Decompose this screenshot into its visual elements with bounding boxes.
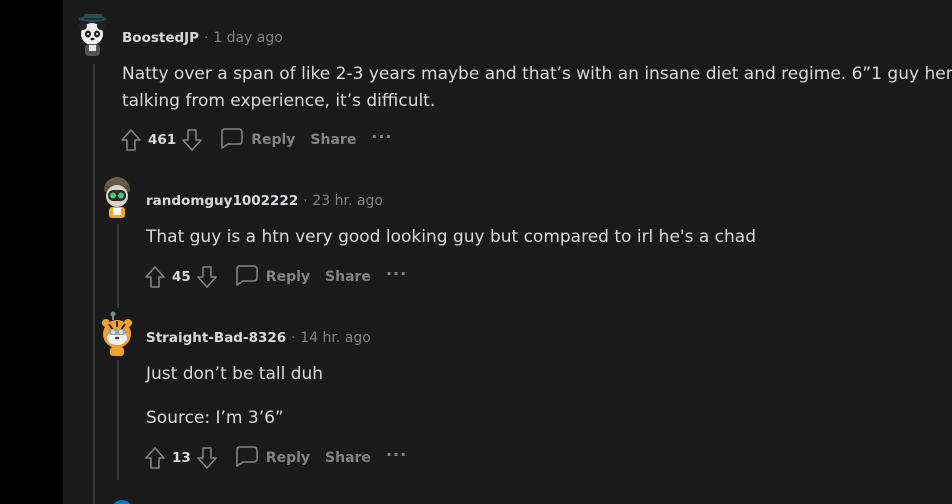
reply-button[interactable]: Reply — [233, 444, 310, 472]
panda-avatar-icon[interactable] — [75, 12, 109, 58]
downvote-icon[interactable] — [195, 265, 219, 289]
comment-actions: 45 Reply Share ··· — [143, 263, 407, 291]
comment-body-line: talking from experience, it’s difficult. — [122, 91, 436, 111]
more-options-icon[interactable]: ··· — [386, 264, 407, 283]
comment-body: Natty over a span of like 2-3 years mayb… — [122, 61, 952, 115]
comment-meta: Straight-Bad-8326 · 14 hr. ago — [146, 330, 371, 346]
vote-score: 13 — [172, 450, 191, 466]
username[interactable]: Straight-Bad-8326 — [146, 330, 286, 346]
vote-score: 45 — [172, 269, 191, 285]
thread-line-comment-2[interactable] — [117, 224, 119, 308]
timestamp[interactable]: 14 hr. ago — [300, 330, 371, 346]
comment-body-line: That guy is a htn very good looking guy … — [146, 227, 756, 247]
comment-meta: randomguy1002222 · 23 hr. ago — [146, 193, 383, 209]
comments-panel: BoostedJP · 1 day ago Natty over a span … — [63, 0, 952, 504]
upvote-icon[interactable] — [119, 128, 143, 152]
share-button[interactable]: Share — [325, 450, 371, 466]
more-options-icon[interactable]: ··· — [386, 445, 407, 464]
vote-score: 461 — [148, 132, 177, 148]
username[interactable]: randomguy1002222 — [146, 193, 298, 209]
reply-label: Reply — [265, 450, 311, 466]
upvote-icon[interactable] — [143, 446, 167, 470]
reply-button[interactable]: Reply — [218, 126, 295, 154]
comment-meta: BoostedJP · 1 day ago — [122, 30, 283, 46]
meta-separator: · — [204, 30, 209, 46]
username[interactable]: BoostedJP — [122, 30, 199, 46]
reply-label: Reply — [251, 132, 296, 148]
comment-actions: 13 Reply Share ··· — [143, 444, 407, 472]
share-button[interactable]: Share — [325, 269, 371, 285]
comment-body-line: Natty over a span of like 2-3 years mayb… — [122, 64, 952, 84]
comment-actions: 461 Reply Share ··· — [119, 126, 393, 154]
page: BoostedJP · 1 day ago Natty over a span … — [0, 0, 952, 504]
comment-body: That guy is a htn very good looking guy … — [146, 224, 756, 251]
comment-icon — [233, 444, 259, 472]
meta-separator: · — [291, 330, 296, 346]
meta-separator: · — [303, 193, 308, 209]
comment-body-line: Just don’t be tall duh — [146, 364, 324, 384]
reply-label: Reply — [265, 269, 311, 285]
reply-button[interactable]: Reply — [233, 263, 310, 291]
timestamp[interactable]: 23 hr. ago — [312, 193, 383, 209]
robot-avatar-icon[interactable] — [99, 174, 135, 220]
downvote-icon[interactable] — [180, 128, 204, 152]
upvote-icon[interactable] — [143, 265, 167, 289]
comment-body: Just don’t be tall duh Source: I’m 3’6” — [146, 361, 323, 432]
comment-icon — [233, 263, 259, 291]
comment-icon — [218, 126, 244, 154]
share-button[interactable]: Share — [310, 132, 356, 148]
timestamp[interactable]: 1 day ago — [213, 30, 283, 46]
downvote-icon[interactable] — [195, 446, 219, 470]
tiger-avatar-icon[interactable] — [99, 310, 135, 358]
thread-line-comment-3[interactable] — [117, 360, 119, 480]
next-comment-avatar-icon[interactable] — [111, 500, 133, 504]
thread-line-comment-1[interactable] — [93, 64, 95, 504]
more-options-icon[interactable]: ··· — [371, 127, 392, 146]
comment-body-line: Source: I’m 3’6” — [146, 408, 284, 428]
